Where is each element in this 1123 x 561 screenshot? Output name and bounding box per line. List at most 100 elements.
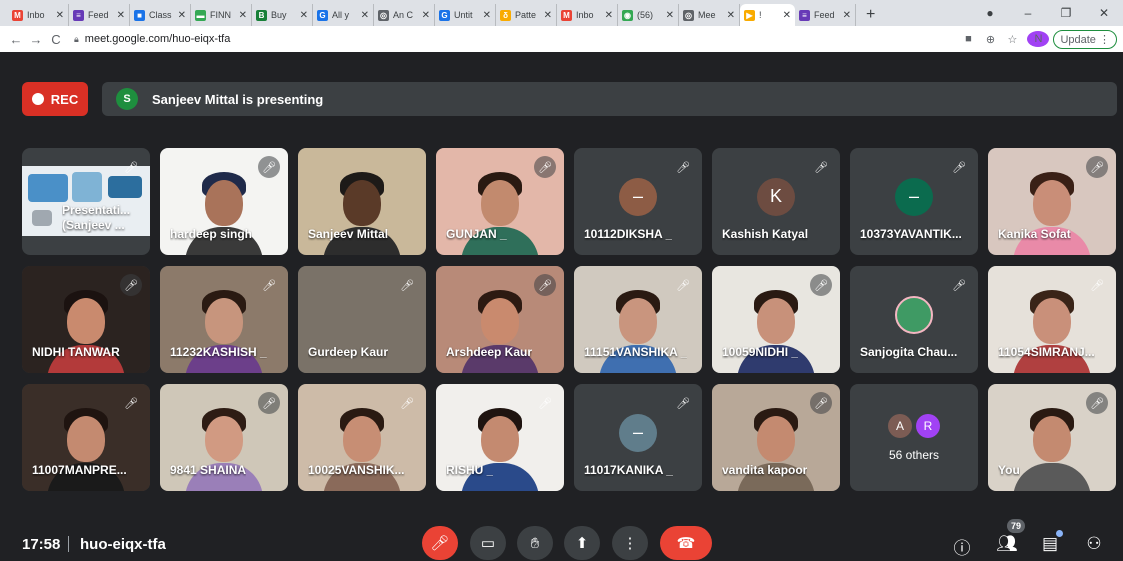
tab-close-icon[interactable]: ✕ bbox=[605, 10, 613, 21]
new-tab-button[interactable]: + bbox=[866, 4, 875, 26]
participant-tile[interactable]: hardeep singh 🎤︎ bbox=[160, 148, 288, 255]
tab-close-icon[interactable]: ✕ bbox=[483, 10, 491, 21]
participant-tile[interactable]: 11232KASHISH _ 🎤︎ bbox=[160, 266, 288, 373]
browser-tab[interactable]: ◎ Mee ✕ bbox=[679, 4, 740, 26]
divider bbox=[68, 536, 69, 552]
browser-tab[interactable]: ≡ Feed ✕ bbox=[795, 4, 856, 26]
participant-tile[interactable]: 11054SIMRANJ... 🎤︎ bbox=[988, 266, 1116, 373]
tab-close-icon[interactable]: ✕ bbox=[361, 10, 369, 21]
browser-tab[interactable]: M Inbo ✕ bbox=[8, 4, 69, 26]
profile-avatar[interactable]: N bbox=[1027, 31, 1050, 47]
tab-close-icon[interactable]: ✕ bbox=[843, 10, 851, 21]
participant-tile[interactable]: NIDHI TANWAR 🎤︎ bbox=[22, 266, 150, 373]
mic-off-icon: 🎤︎ bbox=[430, 535, 450, 552]
participant-tile[interactable]: – 11017KANIKA _ 🎤︎ bbox=[574, 384, 702, 491]
participant-tile[interactable]: vandita kapoor 🎤︎ bbox=[712, 384, 840, 491]
chat-notification-dot bbox=[1056, 530, 1063, 537]
tab-close-icon[interactable]: ✕ bbox=[56, 10, 64, 21]
participant-tile[interactable]: Arshdeep Kaur 🎤︎ bbox=[436, 266, 564, 373]
forward-button[interactable]: → bbox=[26, 32, 46, 47]
tab-favicon-icon: M bbox=[12, 9, 23, 21]
participant-tile[interactable]: GUNJAN _ 🎤︎ bbox=[436, 148, 564, 255]
tab-favicon-icon: ◉ bbox=[622, 9, 633, 21]
participant-tile[interactable]: 11151VANSHIKA _ 🎤︎ bbox=[574, 266, 702, 373]
tab-close-icon[interactable]: ✕ bbox=[544, 10, 552, 21]
others-avatar: A bbox=[888, 414, 912, 438]
browser-tab[interactable]: G All y ✕ bbox=[313, 4, 374, 26]
browser-tab[interactable]: ◉ (56) ✕ bbox=[618, 4, 679, 26]
people-button[interactable]: 👥︎ bbox=[995, 534, 1019, 554]
participant-profile-avatar bbox=[895, 295, 933, 334]
browser-tab[interactable]: ≡ Feed ✕ bbox=[69, 4, 130, 26]
participant-tile[interactable]: – 10112DIKSHA _ 🎤︎ bbox=[574, 148, 702, 255]
participant-tile[interactable]: 10025VANSHIK... 🎤︎ bbox=[298, 384, 426, 491]
tab-close-icon[interactable]: ✕ bbox=[117, 10, 125, 21]
others-tile[interactable]: A R 56 others bbox=[850, 384, 978, 491]
tab-close-icon[interactable]: ✕ bbox=[300, 10, 308, 21]
meeting-code: huo-eiqx-tfa bbox=[80, 536, 166, 553]
browser-tab[interactable]: G Untit ✕ bbox=[435, 4, 496, 26]
participant-tile[interactable]: You 🎤︎ bbox=[988, 384, 1116, 491]
zoom-icon[interactable]: ⊕ bbox=[979, 33, 1001, 46]
activities-button[interactable]: ⚇ bbox=[1082, 534, 1106, 554]
tab-close-icon[interactable]: ✕ bbox=[422, 10, 430, 21]
participant-name: 11054SIMRANJ... bbox=[998, 345, 1095, 359]
mic-toggle-button[interactable]: 🎤︎ bbox=[422, 526, 458, 560]
camera-in-use-icon[interactable]: ■ bbox=[957, 33, 979, 45]
address-bar[interactable]: 🔒︎ meet.google.com/huo-eiqx-tfa bbox=[74, 33, 934, 45]
participant-tile[interactable]: RISHU _ 🎤︎ bbox=[436, 384, 564, 491]
more-options-button[interactable]: ⋮ bbox=[612, 526, 648, 560]
recording-indicator: REC bbox=[22, 82, 88, 116]
reload-button[interactable]: C bbox=[46, 32, 66, 47]
participant-tile[interactable]: Sanjogita Chau... 🎤︎ bbox=[850, 266, 978, 373]
close-window-button[interactable]: ✕ bbox=[1085, 6, 1123, 20]
participant-tile[interactable]: 11007MANPRE... 🎤︎ bbox=[22, 384, 150, 491]
tab-close-icon[interactable]: ✕ bbox=[783, 10, 791, 21]
maximize-button[interactable]: ❐ bbox=[1047, 6, 1085, 20]
present-button[interactable]: ⬆ bbox=[564, 526, 600, 560]
participant-tile[interactable]: K Kashish Katyal 🎤︎ bbox=[712, 148, 840, 255]
browser-tab[interactable]: ■ Class ✕ bbox=[130, 4, 191, 26]
participant-tile[interactable]: 9841 SHAINA 🎤︎ bbox=[160, 384, 288, 491]
slide-graphic bbox=[72, 172, 102, 202]
tab-label: Class bbox=[149, 10, 172, 20]
update-button[interactable]: Update ⋮ bbox=[1053, 29, 1117, 49]
video-face bbox=[481, 298, 519, 345]
browser-tab[interactable]: ▬ FINN ✕ bbox=[191, 4, 252, 26]
browser-tab[interactable]: ▶! ✕ bbox=[740, 4, 795, 26]
tab-favicon-icon: ▶ bbox=[744, 9, 755, 21]
participant-tile[interactable]: Kanika Sofat 🎤︎ bbox=[988, 148, 1116, 255]
browser-tab[interactable]: δ Patte ✕ bbox=[496, 4, 557, 26]
slide-graphic bbox=[32, 210, 52, 226]
browser-tab[interactable]: B Buy ✕ bbox=[252, 4, 313, 26]
chrome-menu-icon[interactable]: ● bbox=[971, 6, 1009, 20]
minimize-button[interactable]: – bbox=[1009, 6, 1047, 20]
tab-close-icon[interactable]: ✕ bbox=[178, 10, 186, 21]
participant-tile[interactable]: 10059NIDHI _ 🎤︎ bbox=[712, 266, 840, 373]
video-face bbox=[481, 416, 519, 463]
meeting-details-button[interactable]: ⓘ bbox=[950, 534, 974, 559]
browser-tab[interactable]: ◎ An C ✕ bbox=[374, 4, 435, 26]
mic-muted-icon: 🎤︎ bbox=[120, 274, 142, 296]
participant-tile[interactable]: Gurdeep Kaur 🎤︎ bbox=[298, 266, 426, 373]
participant-tile[interactable]: Presentati... (Sanjeev ... 🎤︎ bbox=[22, 148, 150, 255]
camera-toggle-button[interactable]: ▭ bbox=[470, 526, 506, 560]
tab-close-icon[interactable]: ✕ bbox=[727, 10, 735, 21]
participant-tile[interactable]: – 10373YAVANTIK... 🎤︎ bbox=[850, 148, 978, 255]
mic-muted-icon: 🎤︎ bbox=[262, 279, 276, 292]
raise-hand-button[interactable]: ✋︎ bbox=[517, 526, 553, 560]
tab-favicon-icon: G bbox=[439, 9, 450, 21]
activities-icon: ⚇ bbox=[1086, 534, 1102, 553]
tab-close-icon[interactable]: ✕ bbox=[666, 10, 674, 21]
back-button[interactable]: ← bbox=[6, 32, 26, 47]
participant-name: Gurdeep Kaur bbox=[308, 345, 389, 359]
bookmark-star-icon[interactable]: ☆ bbox=[1001, 33, 1023, 46]
participants-count-badge: 79 bbox=[1007, 519, 1025, 533]
leave-call-button[interactable]: ☎︎ bbox=[660, 526, 712, 560]
mic-muted-icon: 🎤︎ bbox=[814, 161, 828, 174]
browser-tab[interactable]: M Inbo ✕ bbox=[557, 4, 618, 26]
participant-tile[interactable]: Sanjeev Mittal bbox=[298, 148, 426, 255]
tab-close-icon[interactable]: ✕ bbox=[239, 10, 247, 21]
chat-button[interactable]: ▤ bbox=[1038, 534, 1062, 554]
tab-favicon-icon: M bbox=[561, 9, 572, 21]
